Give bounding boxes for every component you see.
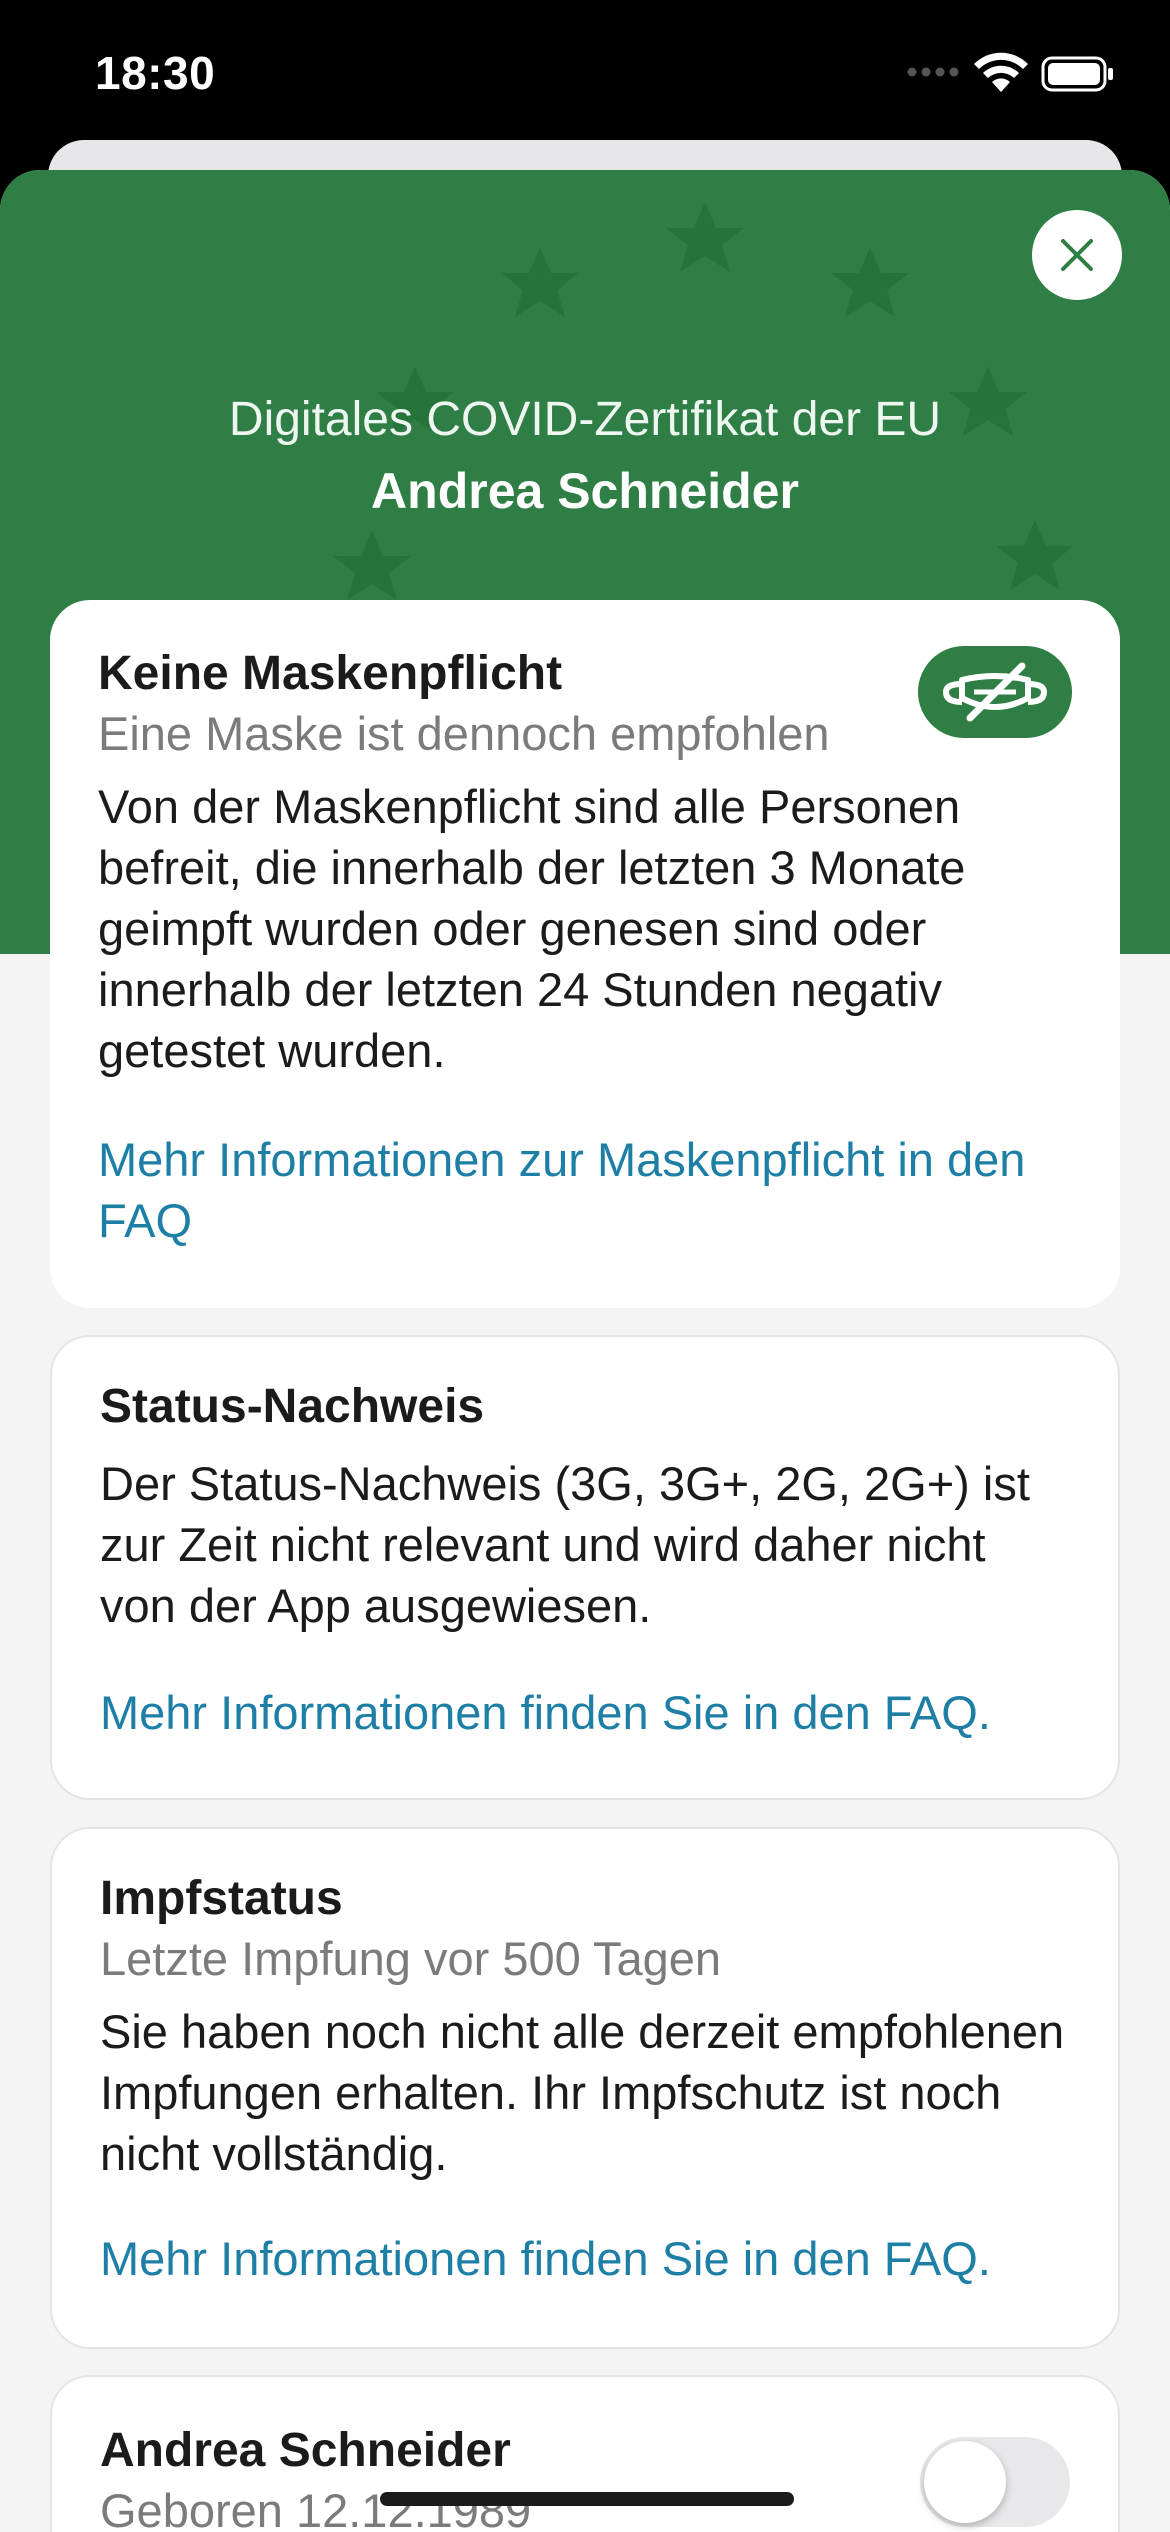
details-toggle[interactable] — [920, 2437, 1070, 2527]
vaccination-card-body: Sie haben noch nicht alle derzeit empfoh… — [100, 2005, 1065, 2180]
close-icon — [1061, 239, 1093, 271]
home-indicator[interactable] — [380, 2492, 794, 2506]
mask-faq-link[interactable]: Mehr Informationen zur Maskenpflicht in … — [98, 1129, 1072, 1251]
vaccination-card: Impfstatus Letzte Impfung vor 500 Tagen … — [50, 1827, 1120, 2349]
status-faq-link[interactable]: Mehr Informationen finden Sie in den FAQ… — [100, 1682, 1070, 1743]
toggle-knob[interactable] — [924, 2441, 1006, 2523]
status-card-body: Der Status-Nachweis (3G, 3G+, 2G, 2G+) i… — [100, 1457, 1030, 1632]
status-card-title: Status-Nachweis — [100, 1380, 485, 1433]
status-card: Status-Nachweis Der Status-Nachweis (3G,… — [50, 1335, 1120, 1800]
no-mask-icon — [942, 662, 1048, 722]
vaccination-card-title: Impfstatus — [100, 1872, 343, 1925]
vaccination-card-subtitle: Letzte Impfung vor 500 Tagen — [100, 1932, 722, 1985]
mask-card-body: Von der Maskenpflicht sind alle Personen… — [98, 780, 966, 1077]
holder-name: Andrea Schneider — [371, 463, 799, 519]
vaccination-faq-link[interactable]: Mehr Informationen finden Sie in den FAQ… — [100, 2228, 1070, 2289]
cellular-signal-icon — [907, 67, 959, 77]
holder-card: Andrea Schneider Geboren 12.12.1989 — [50, 2375, 1120, 2532]
wifi-icon — [974, 52, 1028, 92]
mask-card: Keine Maskenpflicht Eine Maske ist denno… — [50, 600, 1120, 1308]
certificate-title: Digitales COVID-Zertifikat der EU — [228, 393, 942, 446]
battery-icon — [1041, 56, 1113, 92]
certificate-sheet: Digitales COVID-Zertifikat der EU Andrea… — [0, 170, 1170, 2532]
status-time: 18:30 — [95, 47, 216, 99]
close-button[interactable] — [1032, 210, 1122, 300]
no-mask-badge — [918, 646, 1072, 738]
status-bar: 18:30 — [0, 0, 1170, 140]
